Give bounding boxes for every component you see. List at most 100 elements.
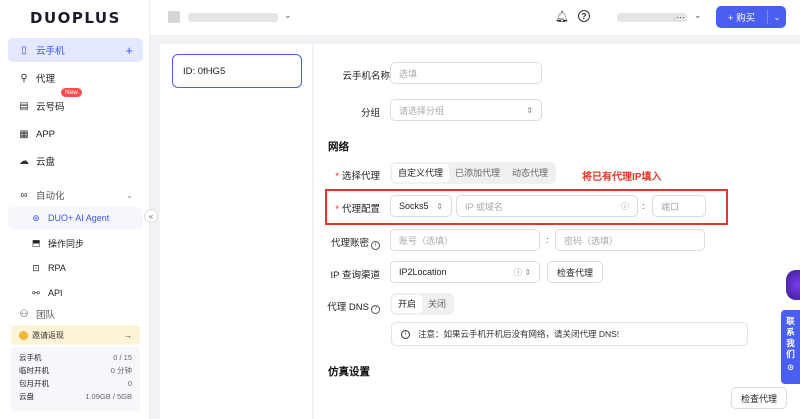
ellipsis-icon: … bbox=[676, 10, 685, 20]
check-proxy-button[interactable]: 检查代理 bbox=[547, 261, 603, 283]
chevron-down-icon[interactable]: ⌄ bbox=[768, 13, 786, 22]
account-text: 代理账密 bbox=[330, 238, 369, 249]
chevron-down-icon[interactable]: ⌄ bbox=[284, 10, 292, 21]
invite-banner[interactable]: 邀请返现 → bbox=[11, 325, 140, 345]
stat-row: 临时开机 0 分钟 bbox=[19, 364, 132, 377]
buy-button[interactable]: + 购买 ⌄ bbox=[716, 6, 786, 28]
tab-dynamic-proxy[interactable]: 动态代理 bbox=[506, 164, 554, 182]
sidebar-item-label: API bbox=[48, 288, 63, 298]
chevron-down-icon[interactable]: ⌄ bbox=[694, 10, 702, 21]
proxy-select-text: 选择代理 bbox=[341, 171, 380, 182]
dns-text: 代理 DNS bbox=[327, 302, 369, 313]
sidebar-item-label: 操作同步 bbox=[48, 238, 85, 249]
dns-toggle[interactable]: 开启 关闭 bbox=[390, 293, 455, 315]
sidebar-item-cloud-disk[interactable]: ☁ 云盘 bbox=[8, 149, 143, 173]
emulation-heading: 仿真设置 bbox=[328, 366, 370, 378]
stat-value: 1.09GB / 5GB bbox=[85, 392, 132, 401]
automation-icon: ∞ bbox=[20, 189, 28, 201]
stat-label: 云盘 bbox=[19, 392, 34, 401]
dns-off-option[interactable]: 关闭 bbox=[422, 295, 452, 313]
new-badge: New bbox=[61, 88, 83, 97]
sidebar-item-label: 云号码 bbox=[36, 102, 65, 113]
bell-icon[interactable]: 🔔︎ bbox=[555, 10, 569, 23]
sidebar-item-label: 云盘 bbox=[36, 157, 56, 168]
sidebar-item-label: 自动化 bbox=[36, 191, 65, 202]
proxy-user-input[interactable]: 账号（选填） bbox=[390, 229, 540, 251]
device-list-panel: ID: 0fHG5 bbox=[160, 44, 312, 419]
logo: DUOPLUS bbox=[30, 9, 121, 27]
sidebar-item-app[interactable]: ▦ APP bbox=[8, 122, 143, 146]
sidebar-item-label: APP bbox=[36, 128, 56, 140]
sidebar-item-proxy[interactable]: ⚲ 代理 bbox=[8, 66, 143, 90]
rpa-icon: ⊡ bbox=[32, 262, 40, 273]
add-icon[interactable]: + bbox=[125, 43, 133, 58]
group-label: 分组 bbox=[360, 108, 380, 119]
protocol-select[interactable]: Socks5 ⇕ bbox=[390, 195, 452, 217]
proxy-pass-input[interactable]: 密码（选填） bbox=[555, 229, 705, 251]
sidebar-item-cloud-number[interactable]: ▤ 云号码 New bbox=[8, 88, 143, 118]
sidebar-item-label: 代理 bbox=[36, 74, 56, 85]
help-icon: ? bbox=[371, 305, 380, 314]
assistant-bubble-icon[interactable] bbox=[786, 270, 800, 300]
usage-stats: 云手机 0 / 15 临时开机 0 分钟 包月开机 0 云盘 1.09GB / 5GB bbox=[11, 347, 140, 411]
number-icon: ▤ bbox=[19, 100, 29, 112]
invite-label: 邀请返现 bbox=[32, 330, 64, 340]
account-label: 代理账密 i bbox=[314, 235, 380, 250]
sidebar-item-automation[interactable]: ∞ 自动化 ⌄ bbox=[8, 183, 143, 207]
name-input[interactable]: 选填 bbox=[390, 62, 542, 84]
sidebar-sub-ai-agent[interactable]: ⊛ DUO+ AI Agent bbox=[8, 207, 143, 229]
proxy-config-text: 代理配置 bbox=[341, 204, 380, 215]
device-icon bbox=[168, 11, 180, 23]
dns-notice-text: 注意：如果云手机开机后没有网络，请关闭代理 DNS! bbox=[418, 329, 620, 339]
proxy-config-label: * 代理配置 bbox=[335, 204, 380, 215]
blurred-device-name[interactable] bbox=[188, 13, 278, 22]
ip-channel-label: IP 查询渠道 bbox=[330, 270, 380, 281]
help-icon[interactable]: ? bbox=[578, 10, 590, 22]
protocol-value: Socks5 bbox=[399, 201, 429, 211]
cloud-icon: ☁ bbox=[19, 155, 29, 167]
info-icon: i bbox=[371, 241, 380, 250]
stat-value: 0 分钟 bbox=[110, 366, 132, 375]
colon-separator: : bbox=[642, 201, 645, 211]
proxy-type-tabs[interactable]: 自定义代理 已添加代理 动态代理 bbox=[390, 162, 557, 184]
info-icon: ⓘ bbox=[621, 201, 629, 211]
sidebar: DUOPLUS ▯ 云手机 + ⚲ 代理 ▤ 云号码 New ▦ APP ☁ 云… bbox=[0, 0, 150, 419]
arrow-right-icon: → bbox=[124, 330, 132, 340]
proxy-icon: ⚲ bbox=[20, 72, 28, 84]
sidebar-sub-api[interactable]: ⚯ API bbox=[8, 282, 143, 304]
sidebar-item-team[interactable]: ⚇ 团队 bbox=[8, 308, 143, 321]
stat-label: 包月开机 bbox=[19, 379, 49, 388]
stat-label: 云手机 bbox=[19, 353, 42, 362]
device-card[interactable]: ID: 0fHG5 bbox=[172, 54, 302, 88]
check-proxy-bottom-button[interactable]: 检查代理 bbox=[731, 387, 787, 409]
proxy-select-label: * 选择代理 bbox=[335, 171, 380, 182]
ip-channel-select[interactable]: IP2Location ⓘ ⇕ bbox=[390, 261, 540, 283]
info-sort-icon: ⓘ ⇕ bbox=[514, 267, 531, 277]
tab-added-proxy[interactable]: 已添加代理 bbox=[449, 164, 506, 182]
contact-us-tab[interactable]: 联系我们 ⊙ bbox=[781, 310, 800, 384]
sidebar-item-label: DUO+ AI Agent bbox=[48, 213, 110, 223]
topbar: ⌄ 🔔︎ ? … ⌄ + 购买 ⌄ bbox=[150, 0, 800, 36]
info-icon: i bbox=[401, 329, 410, 339]
sidebar-item-cloud-phone[interactable]: ▯ 云手机 + bbox=[8, 38, 143, 62]
proxy-port-input[interactable]: 端口 bbox=[652, 195, 706, 217]
sync-icon: ⬒ bbox=[31, 237, 41, 248]
contact-us-label: 联系我们 bbox=[786, 316, 795, 359]
sidebar-item-label: RPA bbox=[48, 263, 66, 273]
network-heading: 网络 bbox=[328, 141, 349, 153]
sidebar-sub-rpa[interactable]: ⊡ RPA bbox=[8, 257, 143, 279]
sidebar-sub-sync[interactable]: ⬒ 操作同步 bbox=[8, 232, 143, 254]
proxy-host-input[interactable]: IP 或域名 ⓘ bbox=[456, 195, 638, 217]
buy-label[interactable]: + 购买 bbox=[716, 10, 768, 24]
sort-arrows-icon: ⇕ bbox=[526, 105, 533, 115]
collapse-sidebar-button[interactable]: « bbox=[144, 209, 158, 223]
device-config-form: 云手机名称 选填 分组 请选择分组 ⇕ 网络 * 选择代理 自定义代理 已添加代理… bbox=[314, 44, 800, 419]
stat-label: 临时开机 bbox=[19, 366, 49, 375]
host-placeholder: IP 或域名 bbox=[465, 201, 503, 212]
tab-custom-proxy[interactable]: 自定义代理 bbox=[392, 164, 450, 182]
dns-on-option[interactable]: 开启 bbox=[392, 295, 423, 313]
dns-notice: i 注意：如果云手机开机后没有网络，请关闭代理 DNS! bbox=[391, 322, 748, 346]
stat-row: 云盘 1.09GB / 5GB bbox=[19, 390, 132, 403]
group-select[interactable]: 请选择分组 ⇕ bbox=[390, 99, 542, 121]
api-icon: ⚯ bbox=[32, 287, 40, 298]
